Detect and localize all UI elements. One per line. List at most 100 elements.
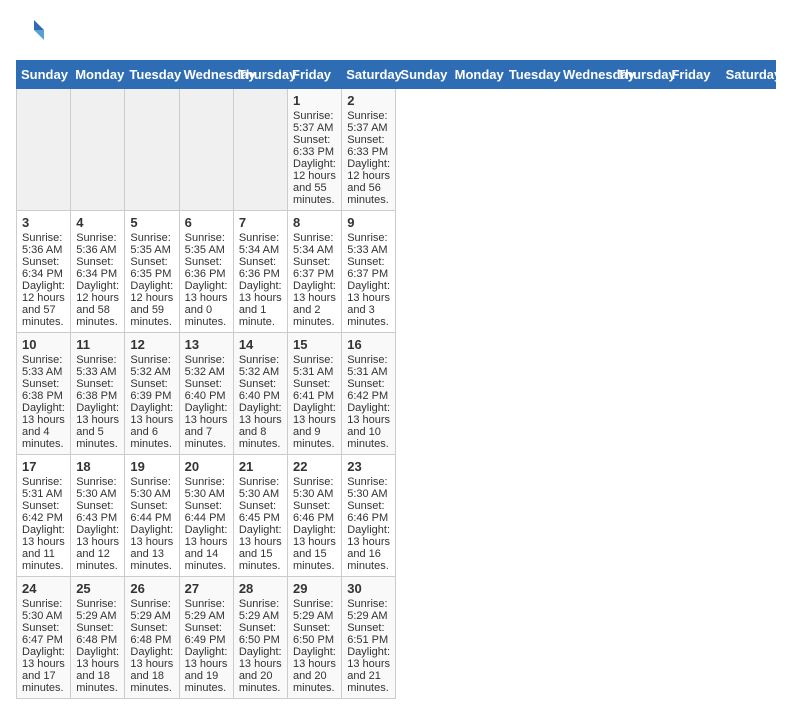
day-number: 17 <box>22 459 65 474</box>
day-header-saturday: Saturday <box>342 61 396 89</box>
daylight: Daylight: 13 hours and 17 minutes. <box>22 646 65 694</box>
sunset: Sunset: 6:42 PM <box>347 378 388 402</box>
sunset: Sunset: 6:43 PM <box>76 500 117 524</box>
page-header <box>16 16 776 44</box>
sunrise: Sunrise: 5:33 AM <box>347 232 387 256</box>
calendar-cell: 28Sunrise: 5:29 AMSunset: 6:50 PMDayligh… <box>233 577 287 699</box>
calendar-cell: 16Sunrise: 5:31 AMSunset: 6:42 PMDayligh… <box>342 333 396 455</box>
calendar-cell: 3 Sunrise: 5:36 AMSunset: 6:34 PMDaylight… <box>17 211 71 333</box>
sunrise: Sunrise: 5:30 AM <box>239 476 279 500</box>
day-header-friday: Friday <box>288 61 342 89</box>
calendar-cell: 27Sunrise: 5:29 AMSunset: 6:49 PMDayligh… <box>179 577 233 699</box>
sunrise: Sunrise: 5:32 AM <box>130 354 170 378</box>
calendar-cell: 24 Sunrise: 5:30 AMSunset: 6:47 PMDayligh… <box>17 577 71 699</box>
sunrise: Sunrise: 5:29 AM <box>293 598 333 622</box>
sunset: Sunset: 6:46 PM <box>293 500 334 524</box>
daylight: Daylight: 13 hours and 18 minutes. <box>76 646 119 694</box>
sunrise: Sunrise: 5:30 AM <box>347 476 387 500</box>
calendar-cell: 26Sunrise: 5:29 AMSunset: 6:48 PMDayligh… <box>125 577 179 699</box>
calendar-cell <box>233 89 287 211</box>
sunrise: Sunrise: 5:31 AM <box>293 354 333 378</box>
sunrise: Sunrise: 5:29 AM <box>239 598 279 622</box>
sunset: Sunset: 6:50 PM <box>239 622 280 646</box>
day-header-monday: Monday <box>71 61 125 89</box>
sunrise: Sunrise: 5:29 AM <box>185 598 225 622</box>
day-number: 22 <box>293 459 336 474</box>
day-number: 6 <box>185 215 228 230</box>
day-header-tuesday: Tuesday <box>125 61 179 89</box>
calendar-cell: 7Sunrise: 5:34 AMSunset: 6:36 PMDaylight… <box>233 211 287 333</box>
sunrise: Sunrise: 5:37 AM <box>293 110 333 134</box>
sunset: Sunset: 6:40 PM <box>185 378 226 402</box>
daylight: Daylight: 13 hours and 1 minute. <box>239 280 282 328</box>
day-number: 7 <box>239 215 282 230</box>
daylight: Daylight: 13 hours and 9 minutes. <box>293 402 336 450</box>
daylight: Daylight: 12 hours and 56 minutes. <box>347 158 390 206</box>
day-number: 18 <box>76 459 119 474</box>
sunset: Sunset: 6:45 PM <box>239 500 280 524</box>
daylight: Daylight: 12 hours and 59 minutes. <box>130 280 173 328</box>
sunset: Sunset: 6:42 PM <box>22 500 63 524</box>
calendar-cell <box>17 89 71 211</box>
sunset: Sunset: 6:41 PM <box>293 378 334 402</box>
calendar-cell: 9Sunrise: 5:33 AMSunset: 6:37 PMDaylight… <box>342 211 396 333</box>
day-number: 14 <box>239 337 282 352</box>
daylight: Daylight: 12 hours and 58 minutes. <box>76 280 119 328</box>
logo-icon <box>16 16 44 44</box>
sunset: Sunset: 6:35 PM <box>130 256 171 280</box>
day-header-sunday: Sunday <box>17 61 71 89</box>
sunrise: Sunrise: 5:35 AM <box>185 232 225 256</box>
daylight: Daylight: 13 hours and 15 minutes. <box>293 524 336 572</box>
day-number: 8 <box>293 215 336 230</box>
daylight: Daylight: 13 hours and 20 minutes. <box>239 646 282 694</box>
calendar-cell: 8Sunrise: 5:34 AMSunset: 6:37 PMDaylight… <box>288 211 342 333</box>
daylight: Daylight: 12 hours and 57 minutes. <box>22 280 65 328</box>
sunset: Sunset: 6:34 PM <box>22 256 63 280</box>
day-number: 21 <box>239 459 282 474</box>
sunrise: Sunrise: 5:30 AM <box>22 598 62 622</box>
calendar-cell <box>125 89 179 211</box>
sunset: Sunset: 6:44 PM <box>130 500 171 524</box>
sunset: Sunset: 6:51 PM <box>347 622 388 646</box>
day-number: 12 <box>130 337 173 352</box>
day-header-wednesday: Wednesday <box>179 61 233 89</box>
sunrise: Sunrise: 5:36 AM <box>22 232 62 256</box>
sunset: Sunset: 6:36 PM <box>239 256 280 280</box>
daylight: Daylight: 13 hours and 12 minutes. <box>76 524 119 572</box>
calendar-week-row: 10Sunrise: 5:33 AMSunset: 6:38 PMDayligh… <box>17 333 776 455</box>
sunrise: Sunrise: 5:31 AM <box>347 354 387 378</box>
day-header-friday: Friday <box>667 61 721 89</box>
day-number: 1 <box>293 93 336 108</box>
calendar-cell: 19Sunrise: 5:30 AMSunset: 6:44 PMDayligh… <box>125 455 179 577</box>
sunset: Sunset: 6:44 PM <box>185 500 226 524</box>
sunrise: Sunrise: 5:36 AM <box>76 232 116 256</box>
day-number: 20 <box>185 459 228 474</box>
daylight: Daylight: 13 hours and 3 minutes. <box>347 280 390 328</box>
sunrise: Sunrise: 5:29 AM <box>76 598 116 622</box>
day-header-thursday: Thursday <box>233 61 287 89</box>
day-header-monday: Monday <box>450 61 504 89</box>
daylight: Daylight: 13 hours and 8 minutes. <box>239 402 282 450</box>
day-number: 3 <box>22 215 65 230</box>
calendar-cell: 11Sunrise: 5:33 AMSunset: 6:38 PMDayligh… <box>71 333 125 455</box>
daylight: Daylight: 13 hours and 19 minutes. <box>185 646 228 694</box>
daylight: Daylight: 13 hours and 10 minutes. <box>347 402 390 450</box>
day-number: 2 <box>347 93 390 108</box>
calendar-cell: 1Sunrise: 5:37 AMSunset: 6:33 PMDaylight… <box>288 89 342 211</box>
calendar-week-row: 3Sunrise: 5:36 AMSunset: 6:34 PMDaylight… <box>17 211 776 333</box>
calendar-week-row: 1 Sunrise: 5:37 AM Sunset: 6:33 PMDaylight… <box>17 89 776 211</box>
daylight: Daylight: 13 hours and 6 minutes. <box>130 402 173 450</box>
sunset: Sunset: 6:46 PM <box>347 500 388 524</box>
day-number: 24 <box>22 581 65 596</box>
calendar-cell: 13Sunrise: 5:32 AMSunset: 6:40 PMDayligh… <box>179 333 233 455</box>
daylight: Daylight: 13 hours and 5 minutes. <box>76 402 119 450</box>
daylight: Daylight: 13 hours and 21 minutes. <box>347 646 390 694</box>
calendar-cell: 30Sunrise: 5:29 AMSunset: 6:51 PMDayligh… <box>342 577 396 699</box>
day-header-thursday: Thursday <box>613 61 667 89</box>
sunset: Sunset: 6:47 PM <box>22 622 63 646</box>
daylight: Daylight: 13 hours and 20 minutes. <box>293 646 336 694</box>
daylight: Daylight: 13 hours and 16 minutes. <box>347 524 390 572</box>
sunset: Sunset: 6:33 PM <box>347 134 388 158</box>
daylight: Daylight: 13 hours and 0 minutes. <box>185 280 228 328</box>
sunset: Sunset: 6:37 PM <box>347 256 388 280</box>
